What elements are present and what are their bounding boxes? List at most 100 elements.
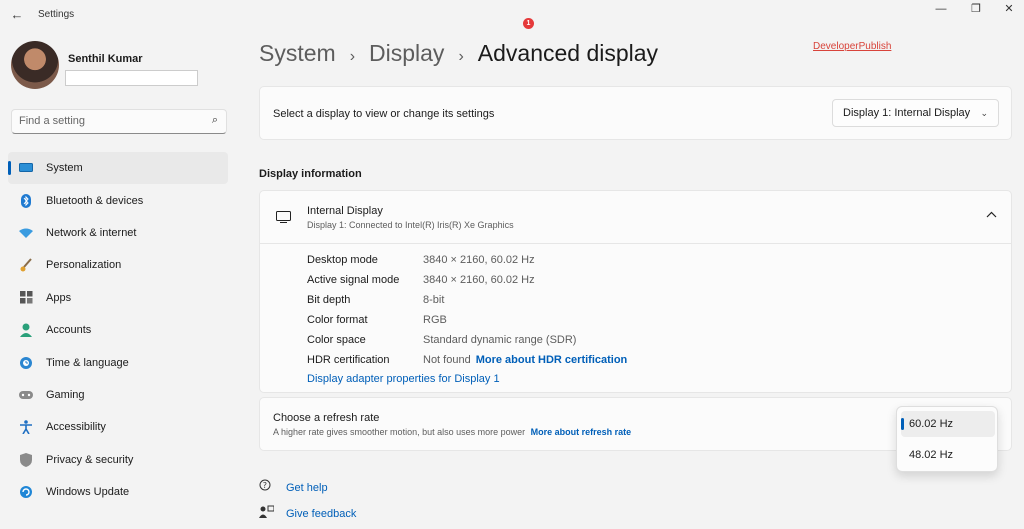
refresh-rate-title: Choose a refresh rate xyxy=(273,412,380,424)
search-box[interactable]: ⌕ xyxy=(11,109,227,134)
adapter-properties-link[interactable]: Display adapter properties for Display 1 xyxy=(307,373,500,385)
sidebar-item-gaming[interactable]: Gaming xyxy=(8,379,228,411)
info-value: 3840 × 2160, 60.02 Hz xyxy=(423,274,535,286)
system-icon xyxy=(18,160,34,176)
avatar[interactable] xyxy=(11,41,59,89)
sidebar-item-time-language[interactable]: Time & language xyxy=(8,346,228,378)
sidebar-item-apps[interactable]: Apps xyxy=(8,282,228,314)
info-row: Color format RGB xyxy=(307,310,627,330)
chevron-down-icon: ⌄ xyxy=(980,108,988,118)
refresh-rate-option-selected[interactable]: 60.02 Hz xyxy=(901,411,995,437)
chevron-right-icon: › xyxy=(458,48,464,65)
controller-icon xyxy=(18,387,34,403)
shield-icon xyxy=(18,452,34,468)
refresh-rate-description: A higher rate gives smoother motion, but… xyxy=(273,427,631,437)
app-title: Settings xyxy=(38,9,75,20)
display-info-rows: Desktop mode 3840 × 2160, 60.02 Hz Activ… xyxy=(307,250,627,370)
info-row: Color space Standard dynamic range (SDR) xyxy=(307,330,627,350)
sidebar-item-bluetooth[interactable]: Bluetooth & devices xyxy=(8,184,228,216)
get-help-label: Get help xyxy=(286,481,328,494)
user-name: Senthil Kumar xyxy=(68,53,143,65)
bluetooth-icon xyxy=(18,193,34,209)
info-key: Desktop mode xyxy=(307,254,378,266)
give-feedback-link[interactable]: Give feedback xyxy=(259,505,356,522)
sidebar-item-label: Bluetooth & devices xyxy=(46,194,144,207)
monitor-icon xyxy=(276,211,291,226)
sidebar-item-label: Windows Update xyxy=(46,486,130,499)
back-arrow-icon[interactable]: ← xyxy=(8,6,26,24)
info-value: Standard dynamic range (SDR) xyxy=(423,334,577,346)
breadcrumb-display[interactable]: Display xyxy=(369,40,444,67)
breadcrumb-system[interactable]: System xyxy=(259,40,336,67)
info-row: Desktop mode 3840 × 2160, 60.02 Hz xyxy=(307,250,627,270)
info-value: Not found xyxy=(423,354,471,366)
user-email-redacted xyxy=(65,70,198,86)
globe-icon xyxy=(18,355,34,371)
chevron-right-icon: › xyxy=(349,48,356,65)
info-key: HDR certification xyxy=(307,354,390,366)
sidebar-nav: System Bluetooth & devices Network & int… xyxy=(8,152,228,508)
sidebar-item-privacy-security[interactable]: Privacy & security xyxy=(8,444,228,476)
refresh-rate-dropdown-list: 60.02 Hz 48.02 Hz xyxy=(896,406,998,472)
info-key: Bit depth xyxy=(307,294,351,306)
annotation-marker: 1 xyxy=(523,18,534,29)
info-key: Color format xyxy=(307,314,368,326)
breadcrumb: System › Display › Advanced display xyxy=(259,40,658,67)
wifi-icon xyxy=(18,225,34,241)
minimize-button[interactable]: — xyxy=(929,2,953,16)
refresh-rate-link[interactable]: More about refresh rate xyxy=(531,427,632,437)
search-input[interactable] xyxy=(19,110,199,132)
brush-icon xyxy=(18,257,34,273)
sidebar-item-personalization[interactable]: Personalization xyxy=(8,249,228,281)
sidebar-item-label: Network & internet xyxy=(46,226,137,239)
info-row: Bit depth 8-bit xyxy=(307,290,627,310)
info-key: Color space xyxy=(307,334,366,346)
maximize-button[interactable]: ❐ xyxy=(964,2,988,16)
title-bar: ← Settings — ❐ ✕ xyxy=(0,0,1024,30)
svg-text:?: ? xyxy=(263,481,267,490)
chevron-up-icon[interactable] xyxy=(986,209,997,221)
sidebar-item-accessibility[interactable]: Accessibility xyxy=(8,411,228,443)
sidebar-item-label: Apps xyxy=(46,291,72,304)
person-icon xyxy=(18,322,34,338)
sidebar-item-label: Accessibility xyxy=(46,421,106,434)
sidebar-item-label: Privacy & security xyxy=(46,453,134,466)
hdr-certification-link[interactable]: More about HDR certification xyxy=(476,354,628,366)
update-icon xyxy=(18,484,34,500)
help-icon: ? xyxy=(259,479,276,496)
search-icon[interactable]: ⌕ xyxy=(212,114,218,127)
info-row: HDR certification Not found More about H… xyxy=(307,350,627,370)
sidebar-item-label: Time & language xyxy=(46,356,129,369)
apps-icon xyxy=(18,290,34,306)
display-dropdown[interactable]: Display 1: Internal Display ⌄ xyxy=(832,99,999,127)
info-value: RGB xyxy=(423,314,447,326)
watermark: DeveloperPublish xyxy=(813,41,892,52)
display-connection: Display 1: Connected to Intel(R) Iris(R)… xyxy=(307,220,514,230)
section-title: Display information xyxy=(259,168,362,180)
accessibility-icon xyxy=(18,419,34,435)
sidebar-item-label: Gaming xyxy=(46,388,85,401)
display-info-header[interactable]: Internal Display Display 1: Connected to… xyxy=(260,191,1011,244)
give-feedback-label: Give feedback xyxy=(286,507,357,520)
display-info-card: Internal Display Display 1: Connected to… xyxy=(259,190,1012,393)
info-row: Active signal mode 3840 × 2160, 60.02 Hz xyxy=(307,270,627,290)
refresh-rate-option[interactable]: 48.02 Hz xyxy=(901,442,995,468)
select-display-label: Select a display to view or change its s… xyxy=(273,108,495,120)
info-value: 3840 × 2160, 60.02 Hz xyxy=(423,254,535,266)
close-button[interactable]: ✕ xyxy=(997,2,1021,16)
feedback-icon xyxy=(259,505,276,522)
sidebar-item-windows-update[interactable]: Windows Update xyxy=(8,476,228,508)
display-name: Internal Display xyxy=(307,205,383,217)
sidebar-item-label: Accounts xyxy=(46,324,92,337)
page-title: Advanced display xyxy=(477,40,659,66)
refresh-rate-subtitle: A higher rate gives smoother motion, but… xyxy=(273,427,526,437)
info-key: Active signal mode xyxy=(307,274,400,286)
sidebar-item-label: Personalization xyxy=(46,259,122,272)
sidebar-item-accounts[interactable]: Accounts xyxy=(8,314,228,346)
sidebar-item-system[interactable]: System xyxy=(8,152,228,185)
sidebar-item-network[interactable]: Network & internet xyxy=(8,217,228,249)
display-dropdown-value: Display 1: Internal Display xyxy=(843,107,971,119)
get-help-link[interactable]: ? Get help xyxy=(259,479,328,496)
select-display-card: Select a display to view or change its s… xyxy=(259,86,1012,140)
info-value: 8-bit xyxy=(423,294,445,306)
